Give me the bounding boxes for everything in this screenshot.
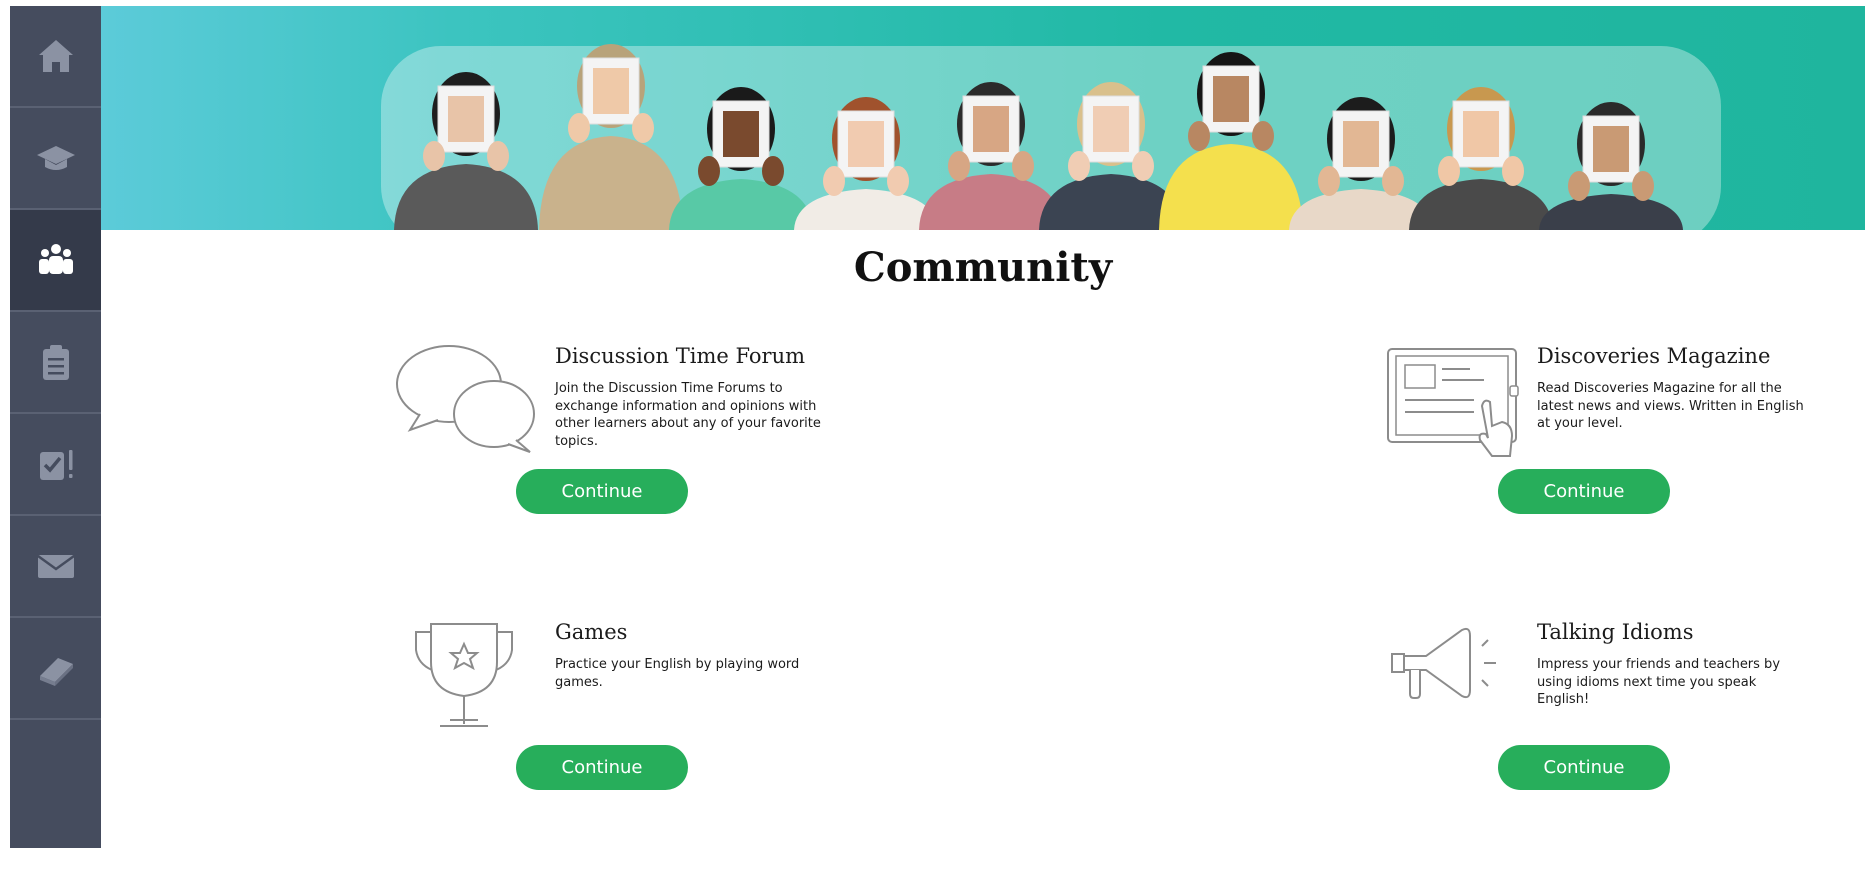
sidebar-item-home[interactable] [10,6,101,108]
book-icon [39,658,73,686]
graduation-cap-icon [36,146,75,170]
sidebar-item-tasks[interactable] [10,312,101,414]
games-continue-button[interactable]: Continue [516,745,688,790]
games-card: Games Practice your English by playing w… [396,620,826,870]
magazine-card-title: Discoveries Magazine [1537,344,1771,368]
games-card-description: Practice your English by playing word ga… [555,657,800,690]
speech-bubbles-icon [396,345,535,453]
page-title: Community [853,244,1113,291]
sidebar-item-assignments[interactable] [10,414,101,516]
sidebar-item-community[interactable] [10,210,101,312]
clipboard-list-icon [42,345,69,380]
megaphone-icon [1391,627,1496,699]
idioms-card-title: Talking Idioms [1537,620,1694,644]
forum-card-description: Join the Discussion Time Forums to excha… [555,381,821,449]
idioms-continue-button[interactable]: Continue [1498,745,1670,790]
forum-card: Discussion Time Forum Join the Discussio… [396,344,826,594]
forum-continue-button[interactable]: Continue [516,469,688,514]
assignment-check-icon [39,450,72,480]
trophy-icon [415,623,513,727]
games-card-title: Games [555,620,628,644]
sidebar-nav [10,6,101,848]
magazine-continue-button[interactable]: Continue [1498,469,1670,514]
idioms-card-description: Impress your friends and teachers by usi… [1537,657,1781,707]
sidebar-item-library[interactable] [10,618,101,720]
idioms-card: Talking Idioms Impress your friends and … [1378,620,1808,870]
tablet-magazine-icon [1387,348,1519,457]
mail-icon [36,554,75,578]
sidebar-item-courses[interactable] [10,108,101,210]
magazine-card-description: Read Discoveries Magazine for all the la… [1537,381,1804,431]
community-banner [101,6,1865,230]
forum-card-title: Discussion Time Forum [555,344,806,368]
banner-people-illustration [381,44,1721,230]
magazine-card: Discoveries Magazine Read Discoveries Ma… [1378,344,1808,594]
community-group-icon [38,244,73,274]
home-icon [38,40,73,72]
sidebar-item-messages[interactable] [10,516,101,618]
